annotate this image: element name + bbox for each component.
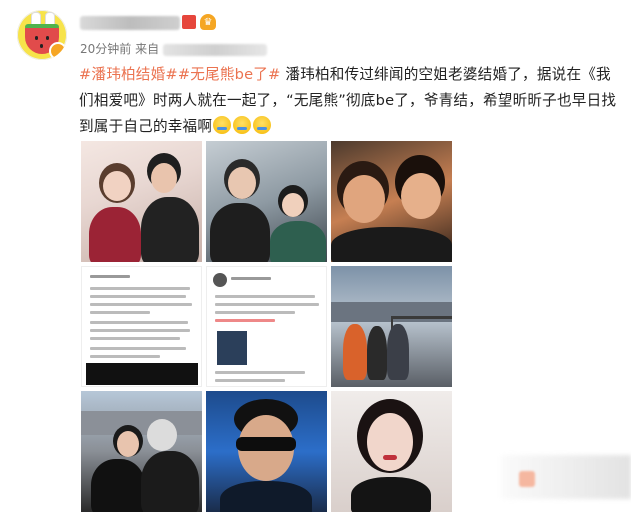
photo-person-body (220, 481, 312, 512)
photo-lips (383, 455, 397, 460)
photo-mountains (81, 411, 202, 435)
photo-doc-line (215, 379, 285, 382)
photo-doc-line (90, 295, 186, 298)
photo-announcement-post[interactable] (81, 266, 202, 387)
photo-woman-portrait[interactable] (331, 391, 452, 512)
photo-person-body (210, 203, 270, 262)
post-source-blurred[interactable] (162, 43, 267, 56)
photo-person-face (282, 193, 304, 217)
user-avatar[interactable] (17, 10, 67, 60)
photo-group-lakeside[interactable] (331, 266, 452, 387)
photo-person-body (91, 459, 145, 512)
photo-doc-line (215, 311, 295, 314)
photo-person-body (331, 227, 452, 262)
photo-person-face (103, 171, 131, 201)
photo-doc-line (90, 321, 188, 324)
photo-person-body (351, 477, 431, 512)
sunglasses-icon (236, 437, 296, 451)
photo-screenshot-post[interactable] (206, 266, 327, 387)
photo-doc-line (90, 337, 180, 340)
photo-black-block (86, 363, 198, 385)
photo-mini-avatar (213, 273, 227, 287)
photo-person-face (117, 431, 139, 457)
verified-badge-icon (49, 42, 67, 60)
crown-badge-icon[interactable]: ♛ (200, 14, 216, 30)
avatar-seed (35, 36, 38, 40)
post-source-prefix: 来自 (135, 42, 160, 56)
username-blurred[interactable] (80, 16, 180, 30)
photo-person-body (367, 326, 387, 380)
photo-couple-heart[interactable] (81, 141, 202, 262)
post-meta: 20分钟前 来自 (80, 40, 267, 57)
photo-man-sunglasses[interactable] (206, 391, 327, 512)
watermark-logo-icon (519, 471, 535, 487)
photo-doc-line (90, 287, 190, 290)
photo-person-body (141, 197, 199, 262)
photo-doc-line (90, 329, 190, 332)
photo-doc-line (231, 277, 271, 280)
photo-doc-line (90, 347, 186, 350)
photo-person-body (387, 324, 409, 380)
photo-person-body (343, 324, 367, 380)
photo-doc-line (90, 275, 130, 278)
photo-doc-line (215, 295, 315, 298)
photo-person-face (367, 413, 413, 471)
photo-mini-image (217, 331, 247, 365)
photo-person-face (401, 173, 441, 219)
photo-couple-dining[interactable] (206, 141, 327, 262)
photo-doc-line (215, 303, 319, 306)
hashtag-link[interactable]: #潘玮柏结婚# (79, 66, 178, 83)
photo-doc-line (90, 303, 192, 306)
hug-emoji-icon (233, 116, 252, 134)
avatar-seed (46, 36, 49, 40)
photo-person-face (151, 163, 177, 193)
hashtag-link[interactable]: #无尾熊be了# (178, 66, 281, 83)
post-time[interactable]: 20分钟前 (80, 42, 131, 56)
photo-person-body (89, 207, 141, 262)
photo-doc-line (90, 311, 150, 314)
photo-person-body (141, 451, 199, 512)
hug-emoji-icon (213, 116, 232, 134)
avatar-seed (40, 44, 43, 48)
member-badge-icon[interactable] (182, 15, 196, 29)
photo-doc-line (215, 371, 305, 374)
hug-emoji-icon (253, 116, 272, 134)
photo-doc-line (215, 319, 275, 322)
photo-doc-line (90, 355, 160, 358)
photo-couple-mountain[interactable] (81, 391, 202, 512)
photo-person-body (270, 221, 326, 262)
photo-couple-closeup[interactable] (331, 141, 452, 262)
photo-person-face (343, 175, 385, 223)
photo-person-head (147, 419, 177, 451)
photo-person-face (228, 167, 256, 199)
photo-grid (81, 141, 453, 512)
post-text: #潘玮柏结婚##无尾熊be了# 潘玮柏和传过绯闻的空姐老婆结婚了，据说在《我们相… (79, 62, 624, 140)
